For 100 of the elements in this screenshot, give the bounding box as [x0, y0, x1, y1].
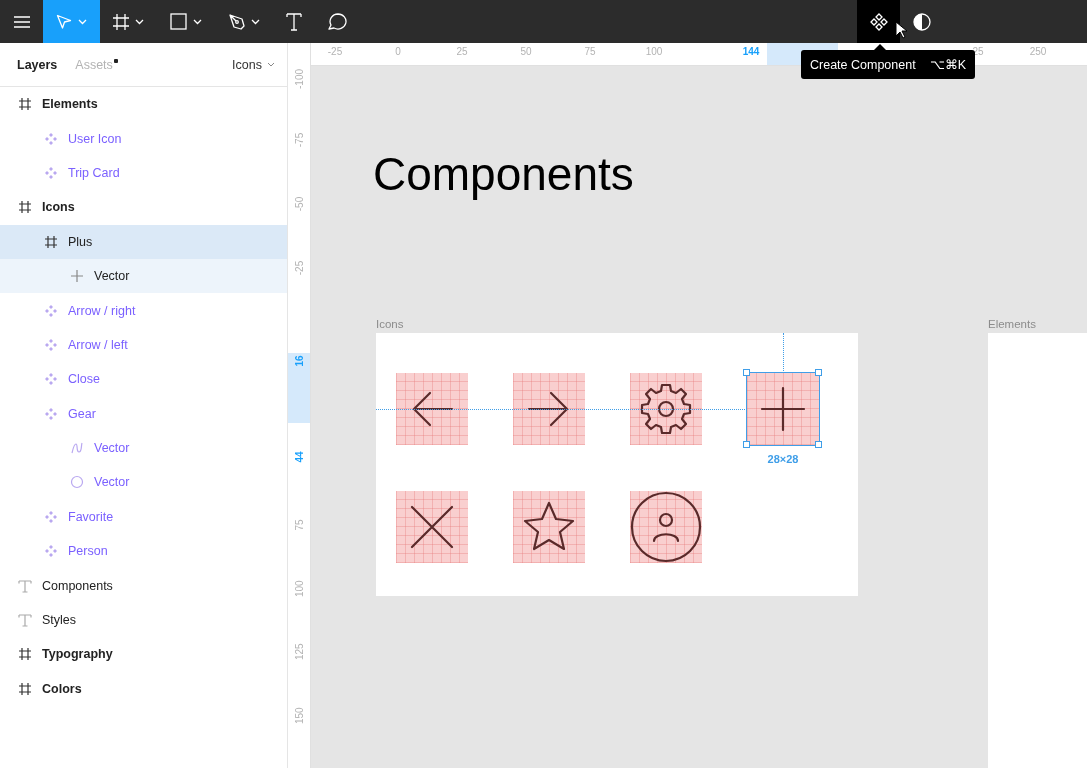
- menu-icon: [13, 15, 30, 28]
- resize-handle[interactable]: [743, 441, 750, 448]
- text-icon: [286, 12, 302, 31]
- tooltip-label: Create Component: [810, 57, 916, 72]
- pen-icon: [228, 13, 245, 30]
- frame-icon: [18, 681, 32, 696]
- dimension-label: 28×28: [767, 453, 799, 465]
- icon-tile[interactable]: [396, 373, 468, 445]
- frame-icon: [18, 200, 32, 215]
- icon-tile[interactable]: [630, 491, 702, 563]
- layer-name: Components: [42, 578, 113, 593]
- ruler-label: 100: [645, 46, 663, 57]
- layer-row[interactable]: Colors: [0, 671, 287, 707]
- text-icon: [18, 613, 32, 628]
- person-icon: [630, 491, 702, 563]
- ruler-label: 144: [742, 46, 760, 57]
- component-icon: [44, 131, 58, 146]
- page-selector[interactable]: Icons: [232, 57, 275, 72]
- frame-icon: [18, 97, 32, 112]
- frame-icon: [113, 13, 129, 30]
- layer-name: Person: [68, 544, 108, 559]
- layer-row[interactable]: Vector: [0, 465, 287, 500]
- layer-row[interactable]: Components: [0, 568, 287, 603]
- caret-icon: [267, 62, 275, 67]
- icon-tile[interactable]: [513, 491, 585, 563]
- panel-tab[interactable]: Layers: [17, 57, 58, 72]
- ruler-label: -25: [293, 260, 305, 276]
- layer-name: Favorite: [68, 509, 114, 524]
- layer-name: Close: [68, 372, 100, 387]
- ruler-label: -75: [293, 132, 305, 148]
- layer-name: Gear: [68, 406, 96, 421]
- plus-icon: [70, 269, 84, 284]
- ruler-label: 0: [395, 46, 401, 57]
- resize-handle[interactable]: [743, 369, 750, 376]
- ruler-label: 150: [293, 708, 305, 724]
- icon-tile[interactable]: [513, 373, 585, 445]
- ruler-label: 75: [584, 46, 596, 57]
- frame-label[interactable]: Elements: [988, 318, 1036, 330]
- layer-row[interactable]: Trip Card: [0, 155, 287, 191]
- layer-row[interactable]: Styles: [0, 602, 287, 638]
- layer-row[interactable]: User Icon: [0, 121, 287, 156]
- caret-icon: [78, 18, 87, 25]
- layer-row[interactable]: Gear: [0, 396, 287, 431]
- ruler-label: -50: [293, 196, 305, 212]
- resize-handle[interactable]: [815, 441, 822, 448]
- layer-row[interactable]: Favorite: [0, 499, 287, 535]
- component-icon: [44, 165, 58, 180]
- icon-tile[interactable]: [396, 491, 468, 563]
- layer-name: Colors: [42, 681, 82, 696]
- shortcut-label: ⌥⌘K: [929, 57, 966, 72]
- path-icon: [70, 441, 84, 456]
- resize-handle[interactable]: [815, 369, 822, 376]
- layer-name: Vector: [94, 441, 130, 456]
- ruler-selection-highlight: [288, 353, 310, 423]
- caret-icon: [251, 18, 260, 25]
- mouse-pointer-icon: [895, 21, 909, 40]
- component-icon: [44, 372, 58, 387]
- circle-icon: [70, 475, 84, 490]
- ruler-label: 50: [520, 46, 532, 57]
- ruler-label: 25: [456, 46, 468, 57]
- layer-row[interactable]: Arrow / left: [0, 327, 287, 363]
- contrast-icon: [912, 12, 931, 31]
- layer-row[interactable]: Vector: [0, 430, 287, 466]
- layer-row[interactable]: Vector: [0, 258, 287, 294]
- layer-name: Typography: [42, 647, 113, 662]
- layer-name: Styles: [42, 613, 77, 628]
- layer-name: Plus: [68, 234, 93, 249]
- component-icon: [44, 337, 58, 352]
- layer-row[interactable]: Person: [0, 534, 287, 569]
- layer-row[interactable]: Icons: [0, 190, 287, 225]
- layer-row[interactable]: Plus: [0, 224, 287, 259]
- cursor-icon: [56, 13, 72, 30]
- layer-row[interactable]: Close: [0, 362, 287, 397]
- caret-icon: [193, 18, 202, 25]
- layer-row[interactable]: Arrow / right: [0, 293, 287, 328]
- layer-name: Vector: [94, 475, 130, 490]
- ruler-label: 250: [1029, 46, 1047, 57]
- layer-name: User Icon: [68, 131, 122, 146]
- layer-row[interactable]: Elements: [0, 87, 287, 122]
- layer-name: Trip Card: [68, 165, 120, 180]
- ruler-label: 75: [293, 518, 305, 533]
- component-button[interactable]: [857, 0, 900, 43]
- ruler-label: 16: [293, 354, 305, 369]
- rectangle-icon: [170, 13, 187, 30]
- ruler-label: 125: [293, 644, 305, 660]
- layer-row[interactable]: Typography: [0, 637, 287, 672]
- text-icon: [18, 578, 32, 593]
- layer-name: Icons: [42, 200, 75, 215]
- frame-label[interactable]: Icons: [376, 318, 404, 330]
- layer-name: Arrow / right: [68, 303, 136, 318]
- ruler-label: 44: [293, 450, 305, 465]
- component-icon: [869, 12, 888, 31]
- comment-icon: [328, 13, 347, 30]
- frame-icon: [44, 234, 58, 249]
- component-icon: [44, 406, 58, 421]
- frame-icon: [18, 647, 32, 662]
- component-icon: [44, 544, 58, 559]
- caret-icon: [135, 18, 144, 25]
- icon-tile[interactable]: [630, 373, 702, 445]
- component-icon: [44, 303, 58, 318]
